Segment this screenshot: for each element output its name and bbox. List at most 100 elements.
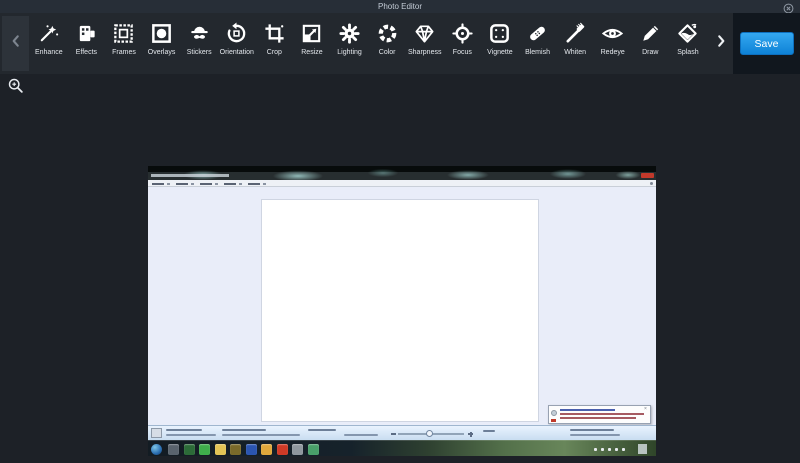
tool-lighting[interactable]: Lighting [331,13,369,74]
tool-resize[interactable]: Resize [293,13,331,74]
sun-gear-icon [338,22,361,45]
tool-color[interactable]: Color [368,13,406,74]
magic-wand-icon [37,22,60,45]
tool-redeye[interactable]: Redeye [594,13,632,74]
tool-frames[interactable]: Frames [105,13,143,74]
photo-notification-text-line [560,413,644,415]
photo-status-text [222,434,300,436]
save-panel: Save [733,13,800,74]
photo-zoom-minus [391,433,396,435]
photo-status-text [166,434,216,436]
tool-effects[interactable]: Effects [68,13,106,74]
photo-status-text [570,434,620,436]
zoom-icon[interactable] [7,77,25,95]
photo-menu-caret [191,183,194,185]
chevron-right-icon [714,31,728,56]
tool-stickers[interactable]: Stickers [180,13,218,74]
photo-system-tray-icon [608,448,611,451]
photo-blank-page [262,200,538,421]
photo-zoom-slider-knob [426,430,433,437]
photo-document-workspace: × [148,187,656,425]
photo-status-text [222,429,266,431]
photo-system-tray-icon [615,448,618,451]
photo-system-tray-clock [638,444,647,454]
photo-menu-item [152,183,164,185]
titlebar: Photo Editor [0,0,800,13]
tool-focus[interactable]: Focus [444,13,482,74]
photo-menu-caret [215,183,218,185]
target-icon [451,22,474,45]
resize-arrow-icon [300,22,323,45]
tool-label: Lighting [337,49,362,56]
photo-taskbar-app-icon [292,444,303,455]
photo-status-text [570,429,614,431]
close-icon[interactable] [783,1,794,12]
crop-marks-icon [263,22,286,45]
photo-taskbar-app-icon [168,444,179,455]
photo-taskbar-app-icon [215,444,226,455]
tool-label: Enhance [35,49,63,56]
tool-label: Frames [112,49,136,56]
photo-notification-icon [551,410,557,416]
tool-label: Draw [642,49,658,56]
tool-label: Vignette [487,49,513,56]
tool-blemish[interactable]: Blemish [519,13,557,74]
photo-notification-mark [551,419,556,422]
photo-notification-text-line [560,417,636,419]
photo-status-text [483,430,495,432]
hat-mustache-icon [188,22,211,45]
photo-being-edited[interactable]: × [148,166,656,456]
scroll-left-button[interactable] [2,16,29,71]
film-roll-icon [75,22,98,45]
tool-label: Focus [453,49,472,56]
circle-in-square-icon [150,22,173,45]
tool-overlays[interactable]: Overlays [143,13,181,74]
photo-status-thumbnail [151,428,162,438]
paint-splash-icon [676,22,699,45]
tool-splash[interactable]: Splash [669,13,707,74]
tool-vignette[interactable]: Vignette [481,13,519,74]
photo-system-tray-icon [601,448,604,451]
photo-menu-caret [167,183,170,185]
stamp-frame-icon [112,22,135,45]
photo-status-text [308,429,336,431]
tool-label: Whiten [564,49,586,56]
photo-desktop-background [148,166,656,180]
rotate-arrow-icon [225,22,248,45]
editor-canvas: × [0,74,800,463]
diamond-gem-icon [413,22,436,45]
photo-notification-text-line [560,409,615,411]
tool-orientation[interactable]: Orientation [218,13,256,74]
photo-status-text [344,434,378,436]
tool-strip: Enhance Effects Frames Overlays Stickers Orie… [30,13,708,74]
save-button[interactable]: Save [740,32,794,55]
photo-window-close-button [641,173,654,178]
photo-menu-item [176,183,188,185]
photo-notification-close-icon: × [644,407,648,411]
photo-taskbar-app-icon [308,444,319,455]
photo-menu-item [200,183,212,185]
tool-label: Splash [677,49,698,56]
tool-whiten[interactable]: Whiten [556,13,594,74]
photo-menu-caret [239,183,242,185]
vignette-corners-icon [488,22,511,45]
tool-draw[interactable]: Draw [632,13,670,74]
tool-crop[interactable]: Crop [256,13,294,74]
photo-taskbar-app-icon [246,444,257,455]
photo-status-text [166,429,202,431]
photo-editor-window: Photo Editor Enhance Effects Frames Overlay… [0,0,800,463]
tool-enhance[interactable]: Enhance [30,13,68,74]
bandage-icon [526,22,549,45]
photo-menu-item [224,183,236,185]
photo-taskbar-app-icon [199,444,210,455]
segmented-ring-icon [376,22,399,45]
photo-help-icon [650,182,653,185]
scroll-right-button[interactable] [708,13,733,74]
photo-system-tray-icon [594,448,597,451]
photo-menu-item [248,183,260,185]
tool-sharpness[interactable]: Sharpness [406,13,444,74]
tool-label: Stickers [187,49,212,56]
toolbar: Enhance Effects Frames Overlays Stickers Orie… [0,13,800,74]
photo-notification-popup: × [548,405,651,424]
tool-label: Crop [267,49,282,56]
